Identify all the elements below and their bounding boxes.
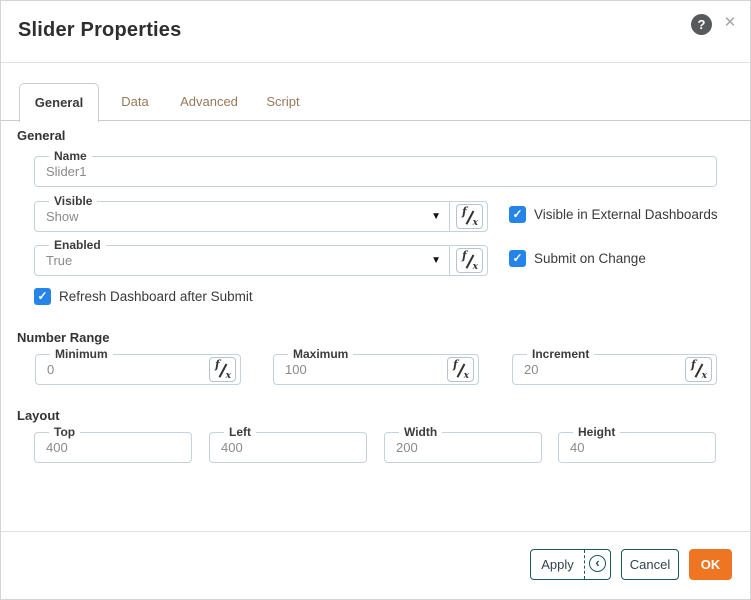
apply-button-label[interactable]: Apply (531, 550, 584, 579)
slider-properties-dialog: Slider Properties ? ✕ General Data Advan… (0, 0, 751, 600)
minimum-expression-button[interactable]: fx (209, 357, 236, 382)
width-field: Width (384, 432, 542, 463)
fx-icon: fx (690, 361, 708, 379)
chevron-left-circle-icon: ‹ (589, 555, 606, 572)
increment-expression-button[interactable]: fx (685, 357, 712, 382)
tab-data[interactable]: Data (99, 83, 171, 121)
fx-icon: fx (214, 361, 232, 379)
left-input[interactable] (221, 433, 327, 462)
increment-field: Increment fx (512, 354, 717, 385)
enabled-expression-button[interactable]: fx (456, 248, 483, 273)
fx-icon: fx (461, 208, 479, 226)
enabled-dropdown[interactable]: Enabled True ▼ fx (34, 245, 488, 276)
tab-script[interactable]: Script (247, 83, 319, 121)
tab-bar: General Data Advanced Script (1, 83, 750, 121)
checkbox-check-icon: ✓ (34, 288, 51, 305)
checkbox-check-icon: ✓ (509, 206, 526, 223)
refresh-after-submit-label: Refresh Dashboard after Submit (59, 289, 253, 304)
general-section-heading: General (17, 128, 65, 143)
field-separator (449, 202, 450, 231)
height-field: Height (558, 432, 716, 463)
visible-dropdown[interactable]: Visible Show ▼ fx (34, 201, 488, 232)
visible-selected-value: Show (46, 202, 79, 231)
cancel-button[interactable]: Cancel (621, 549, 679, 580)
visible-external-label: Visible in External Dashboards (534, 207, 718, 222)
enabled-selected-value: True (46, 246, 72, 275)
increment-input[interactable] (524, 355, 677, 384)
close-icon[interactable]: ✕ (721, 14, 739, 32)
fx-icon: fx (452, 361, 470, 379)
name-field: Name (34, 156, 717, 187)
ok-button[interactable]: OK (689, 549, 732, 580)
dialog-title: Slider Properties (18, 19, 181, 42)
fx-icon: fx (461, 252, 479, 270)
minimum-field: Minimum fx (35, 354, 241, 385)
layout-section-heading: Layout (17, 408, 60, 423)
dropdown-arrow-icon: ▼ (431, 246, 441, 275)
dropdown-arrow-icon: ▼ (431, 202, 441, 231)
submit-on-change-label: Submit on Change (534, 251, 646, 266)
checkbox-check-icon: ✓ (509, 250, 526, 267)
tab-advanced[interactable]: Advanced (171, 83, 247, 121)
header-divider (1, 62, 750, 63)
footer-divider (1, 531, 750, 532)
help-icon[interactable]: ? (691, 14, 712, 35)
apply-history-menu-button[interactable]: ‹ (584, 550, 611, 579)
apply-button[interactable]: Apply ‹ (530, 549, 611, 580)
visible-expression-button[interactable]: fx (456, 204, 483, 229)
height-input[interactable] (570, 433, 676, 462)
top-field: Top (34, 432, 192, 463)
top-input[interactable] (46, 433, 152, 462)
tab-general[interactable]: General (19, 83, 99, 122)
number-range-section-heading: Number Range (17, 330, 109, 345)
width-input[interactable] (396, 433, 502, 462)
maximum-input[interactable] (285, 355, 439, 384)
left-field: Left (209, 432, 367, 463)
minimum-input[interactable] (47, 355, 201, 384)
maximum-field: Maximum fx (273, 354, 479, 385)
name-input[interactable] (46, 157, 677, 186)
field-separator (449, 246, 450, 275)
maximum-expression-button[interactable]: fx (447, 357, 474, 382)
